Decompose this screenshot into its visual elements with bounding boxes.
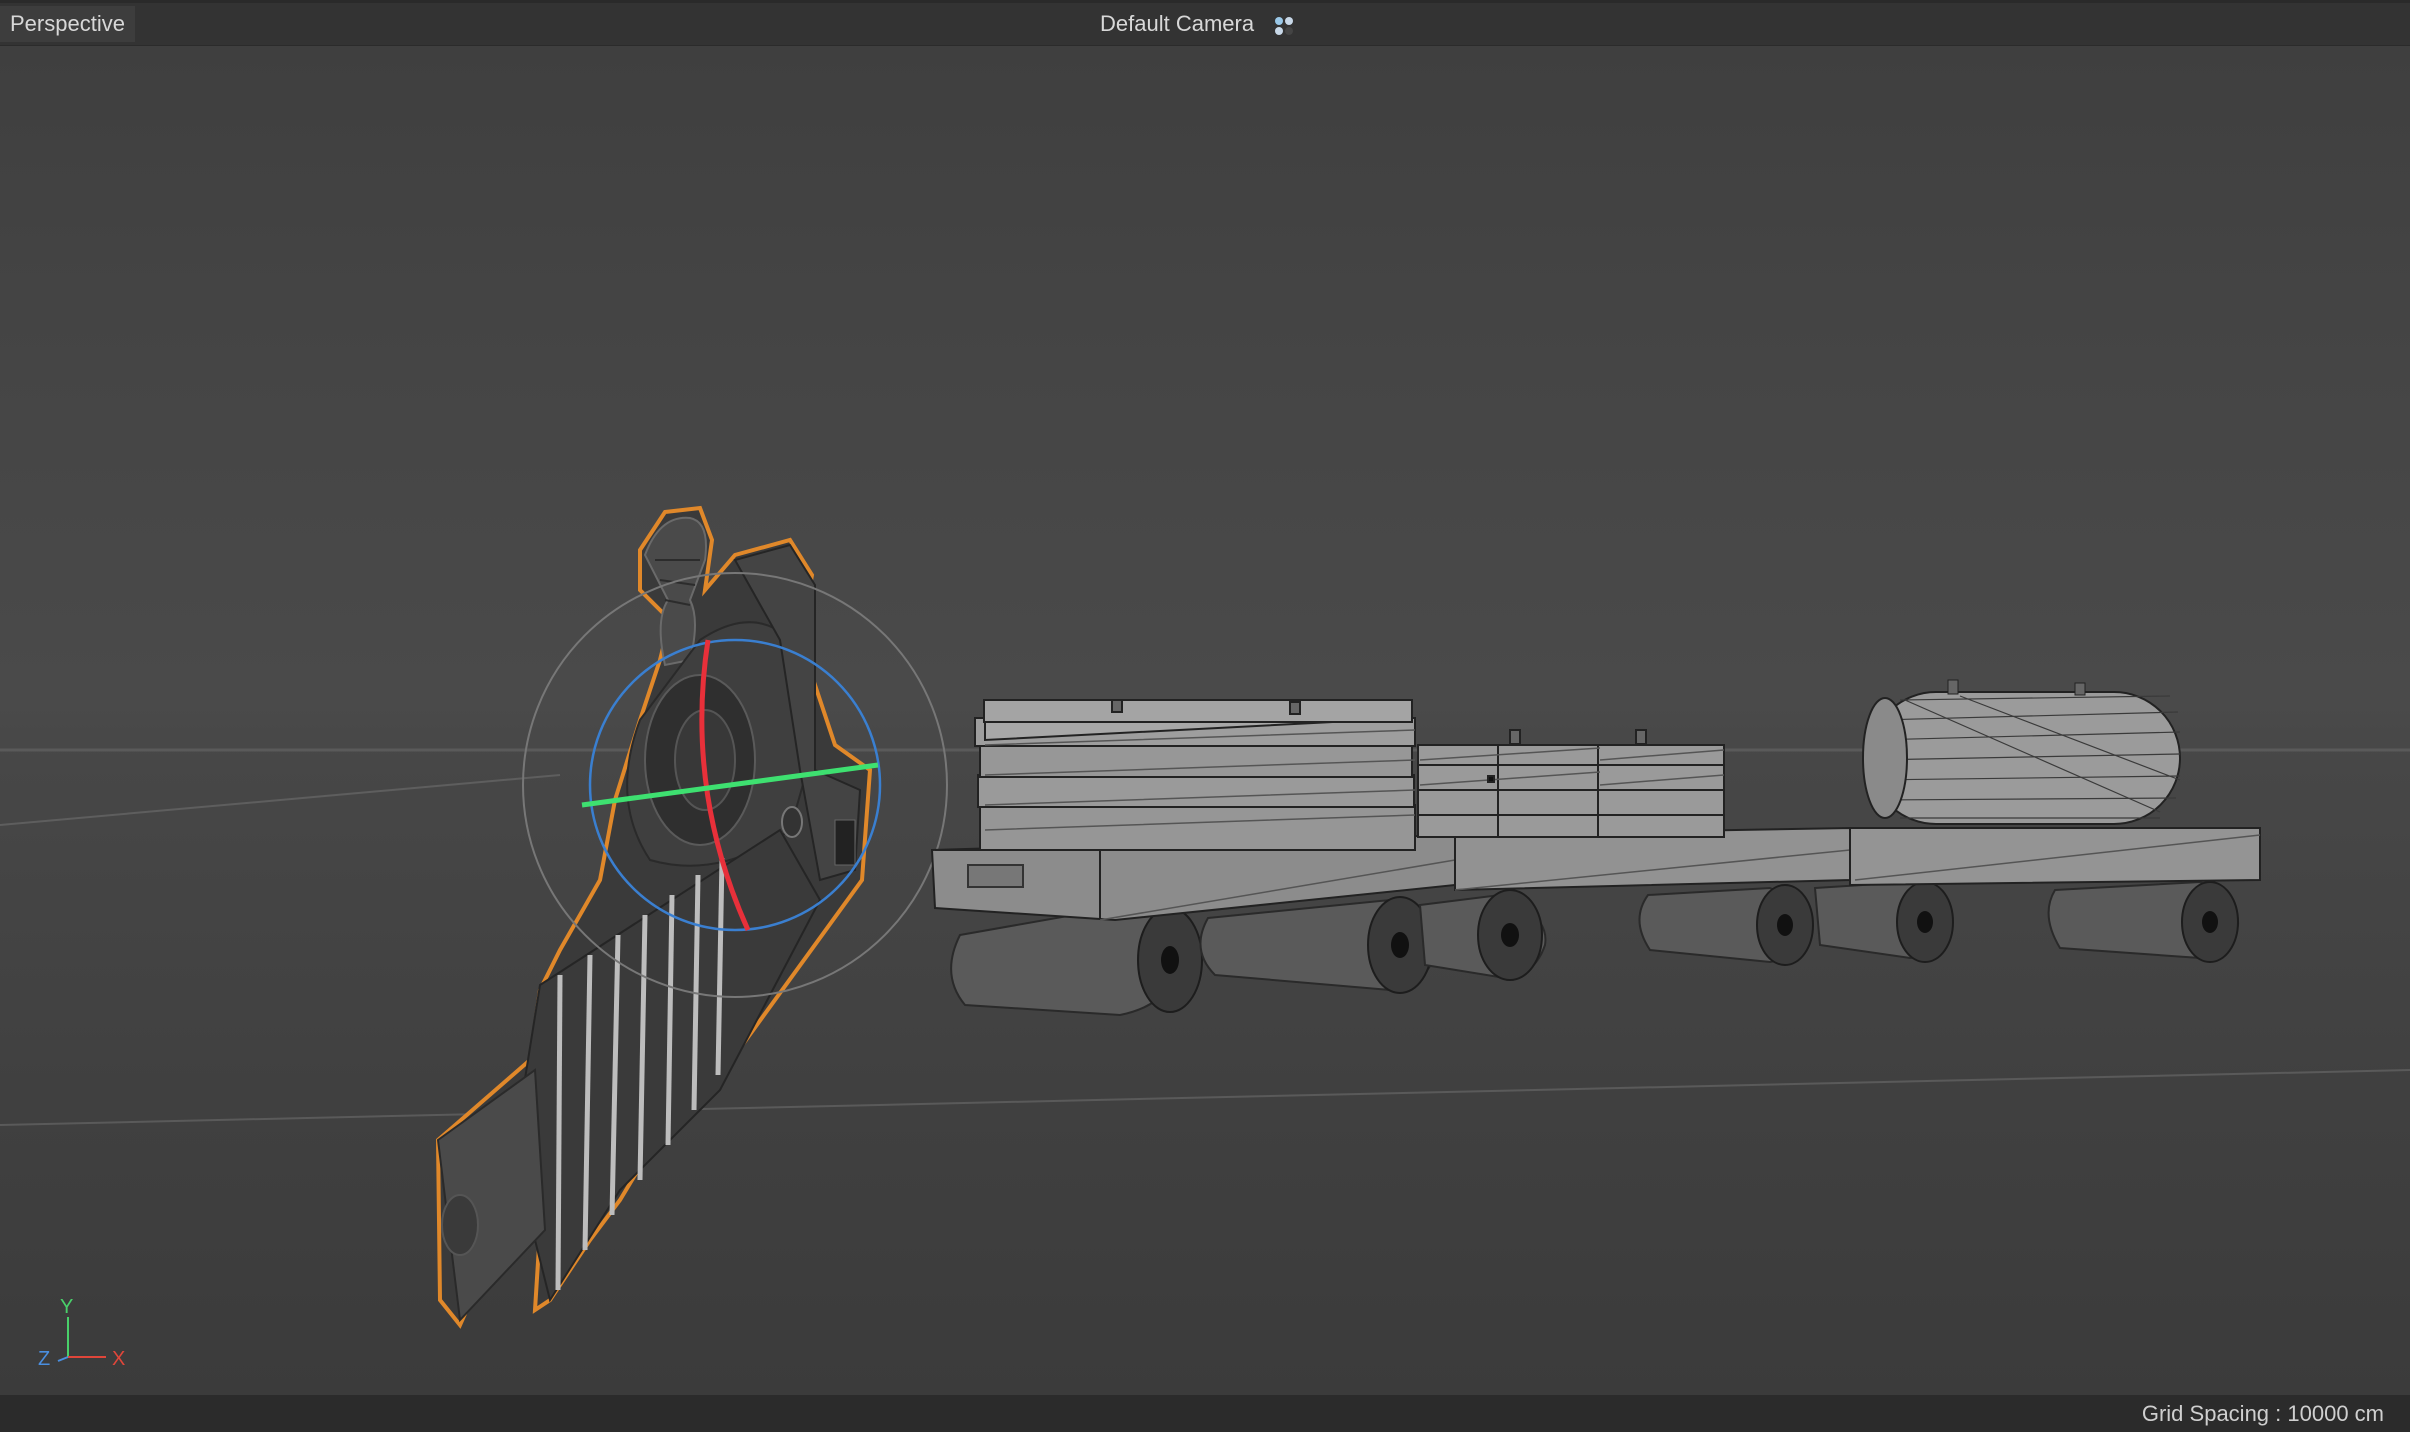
flatcar-1-crates [974,698,1416,851]
axis-y-label: Y [60,1296,73,1318]
camera-name-label[interactable]: Default Camera [1100,6,1254,42]
flatcar-3-tank [1862,679,2181,825]
viewport-header: Perspective Default Camera [0,3,2410,46]
axis-z-label: Z [38,1348,50,1370]
flatcar-2-crates [1417,729,1725,838]
locomotive-bolt [781,806,803,838]
flatcar-1-coupler [967,864,1024,888]
viewport-status-bar: Grid Spacing : 10000 cm [0,1395,2410,1432]
scene-render[interactable] [0,45,2410,1395]
axis-z-line [57,1356,69,1362]
floor-grid-line [0,774,561,826]
axis-orientation-gizmo: Y Z X [38,1296,125,1370]
axis-x-label: X [112,1348,125,1370]
locomotive-headlight [441,1194,479,1256]
locomotive-side-detail [834,819,856,866]
floor-grid-line [0,1069,2410,1126]
grid-spacing-label: Grid Spacing : 10000 cm [2141,1401,2384,1426]
view-name-menu[interactable]: Perspective [0,6,135,42]
3d-viewport[interactable]: Perspective Default Camera Y Z X Grid Sp… [0,0,2410,1432]
flatcar-3-wheels [2047,880,2240,963]
flatcar-2-wheels [1638,880,1954,966]
locomotive-object[interactable] [435,505,873,1329]
flatcar-3-deck [1849,827,2261,887]
camera-dots-icon[interactable] [1272,15,1298,37]
